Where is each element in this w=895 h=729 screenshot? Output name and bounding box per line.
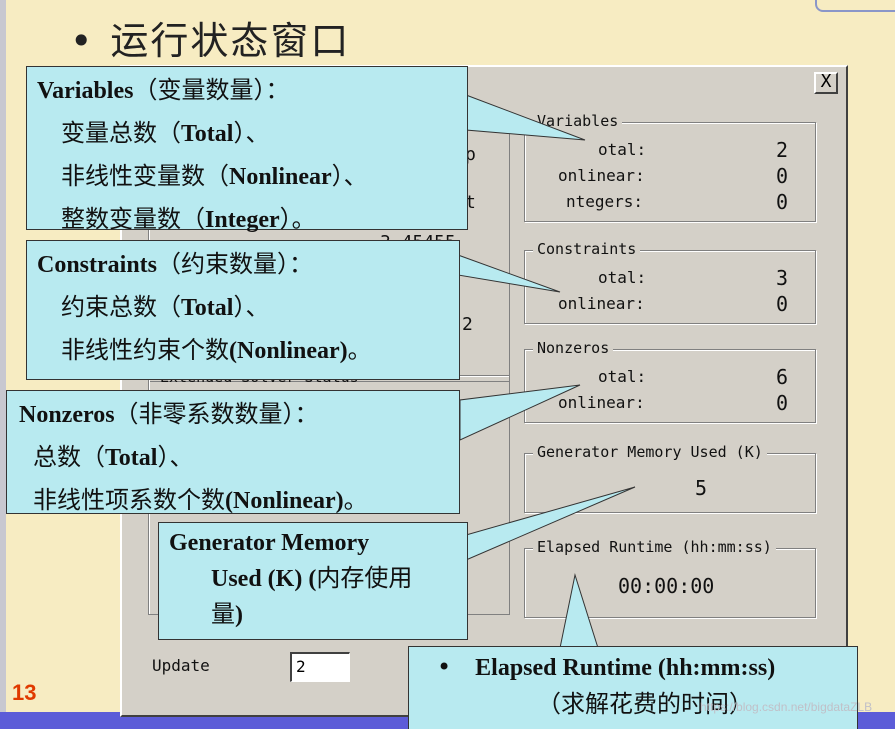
constraints-callout: Constraints（约束数量）： 约束总数（Total）、 非线性约束个数(… (26, 240, 460, 380)
constraints-callout-line3: 非线性约束个数(Nonlinear)。 (37, 329, 449, 372)
nonzeros-callout-line2: 总数（Total）、 (19, 436, 449, 479)
runtime-callout-pointer (559, 573, 599, 649)
nonzeros-nonlinear-cn: 非线性项系数个数 (33, 486, 225, 514)
watermark-text: https://blog.csdn.net/bigdataZLB (700, 700, 873, 714)
memory-close-paren: ) (235, 602, 243, 628)
nonzeros-callout-line1: Nonzeros（非零系数数量）： (19, 393, 449, 436)
variables-callout-line1: Variables（变量数量）： (37, 69, 457, 112)
memory-callout: Generator Memory Used (K) (内存使用 量) (158, 522, 468, 640)
constraints-nonlinear-cn: 非线性约束个数 (61, 336, 229, 364)
nonzeros-callout-line3: 非线性项系数个数(Nonlinear)。 (19, 479, 449, 522)
runtime-bullet: • (437, 653, 452, 681)
variables-total-punct: ）、 (233, 119, 270, 147)
memory-amount-cn: 量 (211, 600, 235, 628)
variables-total-en: Total (181, 121, 234, 147)
variables-total-cn: 变量总数（ (61, 119, 181, 147)
nonzeros-total-punct: ）、 (157, 443, 194, 471)
variables-callout-line3: 非线性变量数（Nonlinear）、 (37, 155, 457, 198)
variables-callout-line2: 变量总数（Total）、 (37, 112, 457, 155)
constraints-term-cn: （约束数量）： (157, 250, 314, 278)
memory-callout-line1: Generator Memory (169, 525, 457, 561)
variables-callout-pointer (465, 94, 586, 141)
constraints-callout-line2: 约束总数（Total）、 (37, 286, 449, 329)
variables-nonlinear-punct: ）、 (331, 162, 368, 190)
runtime-callout: • Elapsed Runtime (hh:mm:ss) （求解花费的时间） (408, 646, 858, 729)
constraints-total-cn: 约束总数（ (61, 293, 181, 321)
variables-callout-line4: 整数变量数（Integer）。 (37, 198, 457, 241)
constraints-nonlinear-punct: 。 (347, 336, 372, 364)
page-number: 13 (12, 680, 37, 705)
memory-unit-cn: 内存使用 (316, 564, 413, 592)
nonzeros-term-cn: （非零系数数量）： (114, 400, 319, 428)
variables-integer-punct: ）。 (279, 205, 316, 233)
variables-term: Variables (37, 78, 134, 104)
variables-term-cn: （变量数量）： (133, 76, 290, 104)
variables-callout: Variables（变量数量）： 变量总数（Total）、 非线性变量数（Non… (26, 66, 468, 233)
nonzeros-nonlinear-punct: 。 (343, 486, 368, 514)
constraints-total-punct: ）、 (233, 293, 270, 321)
constraints-total-en: Total (181, 295, 234, 321)
nonzeros-callout: Nonzeros（非零系数数量）： 总数（Total）、 非线性项系数个数(No… (6, 390, 460, 514)
memory-callout-line3: 量) (169, 597, 457, 633)
variables-nonlinear-en: Nonlinear (229, 164, 332, 190)
nonzeros-callout-pointer (459, 384, 581, 441)
nonzeros-nonlinear-en: (Nonlinear) (225, 488, 344, 514)
runtime-term: Elapsed Runtime (hh:mm:ss) (475, 655, 776, 681)
variables-nonlinear-cn: 非线性变量数（ (61, 162, 229, 190)
constraints-callout-line1: Constraints（约束数量）： (37, 243, 449, 286)
memory-callout-pointer (465, 486, 636, 561)
memory-term: Generator Memory (169, 530, 370, 556)
constraints-callout-pointer (457, 254, 561, 293)
memory-unit-en: Used (K) ( (211, 566, 317, 592)
memory-callout-line2: Used (K) (内存使用 (169, 561, 457, 597)
constraints-term: Constraints (37, 252, 158, 278)
constraints-nonlinear-en: (Nonlinear) (229, 338, 348, 364)
nonzeros-total-cn: 总数（ (33, 443, 105, 471)
nonzeros-total-en: Total (105, 445, 158, 471)
variables-integer-en: Integer (205, 207, 280, 233)
variables-integer-cn: 整数变量数（ (61, 205, 205, 233)
nonzeros-term: Nonzeros (19, 402, 115, 428)
runtime-callout-line1: • Elapsed Runtime (hh:mm:ss) (419, 649, 847, 686)
